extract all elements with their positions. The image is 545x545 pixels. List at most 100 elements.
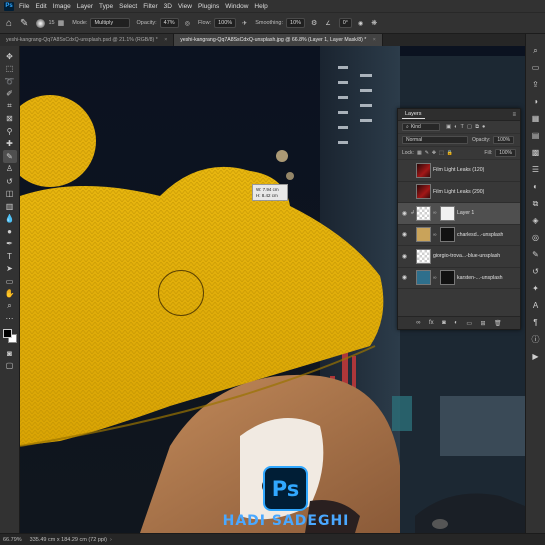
blend-mode-select[interactable]: Normal bbox=[402, 136, 468, 144]
gradients-panel-icon[interactable]: ▤ bbox=[529, 127, 543, 144]
layer-row[interactable]: ◉ ∞ charlesd...-unsplash bbox=[398, 225, 520, 246]
layer-opacity-field[interactable]: 100% bbox=[493, 136, 515, 144]
tab-psd-document[interactable]: yeshi-kangrang-Qq7A8SsCdxQ-unsplash.psd … bbox=[0, 34, 175, 46]
menu-help[interactable]: Help bbox=[254, 3, 267, 10]
gradient-tool-icon[interactable]: ▥ bbox=[3, 200, 17, 213]
search-icon[interactable]: ⌕ bbox=[529, 42, 543, 59]
quick-select-tool-icon[interactable]: ✐ bbox=[3, 88, 17, 101]
clone-stamp-tool-icon[interactable]: ♙ bbox=[3, 163, 17, 176]
menu-edit[interactable]: Edit bbox=[35, 3, 46, 10]
foreground-color-swatch[interactable] bbox=[2, 329, 12, 338]
tab-layers[interactable]: Layers bbox=[402, 110, 425, 119]
add-mask-icon[interactable]: ◙ bbox=[442, 320, 446, 326]
color-panel-icon[interactable]: ◑ bbox=[529, 93, 543, 110]
actions-panel-icon[interactable]: ▶ bbox=[529, 348, 543, 365]
crop-tool-icon[interactable]: ⌗ bbox=[3, 100, 17, 113]
photoshop-logo-icon[interactable]: Ps bbox=[4, 1, 14, 11]
layer-mask-thumbnail[interactable] bbox=[440, 227, 455, 243]
eyedropper-tool-icon[interactable]: ⚲ bbox=[3, 125, 17, 138]
zoom-tool-icon[interactable]: ⌕ bbox=[3, 300, 17, 313]
layer-row[interactable]: ◉ Film Light Leaks (290) bbox=[398, 182, 520, 203]
filter-kind-select[interactable]: ⌕ Kind bbox=[402, 123, 440, 131]
move-tool-icon[interactable]: ✥ bbox=[3, 50, 17, 63]
layer-row[interactable]: ◉ giorgio-trova...-blue-unsplash bbox=[398, 246, 520, 268]
menu-filter[interactable]: Filter bbox=[143, 3, 157, 10]
color-swatches[interactable] bbox=[2, 329, 17, 343]
patterns-panel-icon[interactable]: ▩ bbox=[529, 144, 543, 161]
info-panel-icon[interactable]: ⓘ bbox=[529, 331, 543, 348]
filter-adjustment-icon[interactable]: ◐ bbox=[454, 124, 457, 131]
lock-position-icon[interactable]: ✥ bbox=[432, 150, 436, 156]
visibility-eye-icon[interactable]: ◉ bbox=[400, 231, 409, 238]
more-tools-icon[interactable]: ⋯ bbox=[3, 313, 17, 326]
adjustment-layer-icon[interactable]: ◐ bbox=[454, 320, 458, 326]
layers-panel-icon[interactable]: ◈ bbox=[529, 212, 543, 229]
visibility-eye-icon[interactable]: ◉ bbox=[400, 274, 409, 281]
filter-shape-icon[interactable]: ▢ bbox=[467, 124, 472, 131]
lock-transparency-icon[interactable]: ▦ bbox=[417, 150, 422, 156]
panel-menu-icon[interactable]: ≡ bbox=[512, 112, 516, 118]
menu-image[interactable]: Image bbox=[53, 3, 71, 10]
screen-mode-icon[interactable]: ▢ bbox=[3, 360, 17, 373]
menu-select[interactable]: Select bbox=[119, 3, 137, 10]
link-layers-icon[interactable]: ∞ bbox=[416, 320, 420, 326]
pressure-opacity-icon[interactable]: ◎ bbox=[185, 20, 190, 27]
blur-tool-icon[interactable]: 💧 bbox=[3, 213, 17, 226]
layer-row-selected[interactable]: ◉ ↲ ∞ Layer 1 bbox=[398, 203, 520, 225]
visibility-eye-icon[interactable]: ◉ bbox=[400, 210, 409, 217]
lock-pixels-icon[interactable]: ✎ bbox=[425, 150, 429, 156]
workspace-icon[interactable]: ▭ bbox=[529, 59, 543, 76]
menu-plugins[interactable]: Plugins bbox=[198, 3, 219, 10]
lasso-tool-icon[interactable]: ➰ bbox=[3, 75, 17, 88]
layer-style-icon[interactable]: fx bbox=[429, 320, 434, 326]
new-group-icon[interactable]: ▭ bbox=[466, 320, 472, 327]
layer-mask-thumbnail[interactable] bbox=[440, 205, 455, 221]
lock-artboard-icon[interactable]: ⬚ bbox=[439, 150, 444, 156]
airbrush-icon[interactable]: ✈ bbox=[242, 20, 247, 27]
mask-link-icon[interactable]: ∞ bbox=[433, 275, 438, 281]
paragraph-panel-icon[interactable]: ¶ bbox=[529, 314, 543, 331]
flow-field[interactable]: 100% bbox=[214, 18, 237, 28]
brush-preset-icon[interactable] bbox=[36, 18, 46, 28]
opacity-field[interactable]: 47% bbox=[159, 18, 179, 28]
libraries-panel-icon[interactable]: ⧉ bbox=[529, 195, 543, 212]
layer-row[interactable]: ◉ ∞ karsten-...-unsplash bbox=[398, 268, 520, 289]
mask-link-icon[interactable]: ∞ bbox=[433, 232, 438, 238]
brush-tool-icon[interactable]: ✎ bbox=[20, 18, 28, 29]
paths-panel-icon[interactable]: ✎ bbox=[529, 246, 543, 263]
menu-file[interactable]: File bbox=[19, 3, 29, 10]
visibility-eye-icon[interactable]: ◉ bbox=[400, 167, 409, 174]
trash-icon[interactable]: 🗑 bbox=[494, 320, 502, 327]
symmetry-icon[interactable]: ❋ bbox=[371, 19, 377, 27]
eraser-tool-icon[interactable]: ◫ bbox=[3, 188, 17, 201]
visibility-eye-icon[interactable]: ◉ bbox=[400, 188, 409, 195]
adjustments-panel-icon[interactable]: ◐ bbox=[529, 178, 543, 195]
path-selection-tool-icon[interactable]: ➤ bbox=[3, 263, 17, 276]
new-layer-icon[interactable]: ⊞ bbox=[481, 320, 486, 327]
menu-window[interactable]: Window bbox=[225, 3, 248, 10]
dodge-tool-icon[interactable]: ● bbox=[3, 225, 17, 238]
swatches-panel-icon[interactable]: ▦ bbox=[529, 110, 543, 127]
hand-tool-icon[interactable]: ✋ bbox=[3, 288, 17, 301]
layer-row[interactable]: ◉ Film Light Leaks (120) bbox=[398, 160, 520, 182]
history-brush-tool-icon[interactable]: ↺ bbox=[3, 175, 17, 188]
quick-mask-icon[interactable]: ◙ bbox=[3, 347, 17, 360]
type-tool-icon[interactable]: T bbox=[3, 250, 17, 263]
close-icon[interactable]: × bbox=[164, 37, 167, 43]
marquee-tool-icon[interactable]: ⬚ bbox=[3, 63, 17, 76]
brushes-panel-icon[interactable]: ✦ bbox=[529, 280, 543, 297]
share-icon[interactable]: ⇪ bbox=[529, 76, 543, 93]
brush-tool-icon[interactable]: ✎ bbox=[2, 150, 17, 163]
chevron-right-icon[interactable]: › bbox=[110, 537, 112, 543]
filter-toggle-icon[interactable]: ● bbox=[482, 124, 485, 131]
menu-view[interactable]: View bbox=[178, 3, 192, 10]
home-icon[interactable]: ⌂ bbox=[6, 18, 12, 29]
filter-smart-object-icon[interactable]: ⧉ bbox=[475, 124, 479, 131]
history-panel-icon[interactable]: ↺ bbox=[529, 263, 543, 280]
close-icon[interactable]: × bbox=[373, 37, 376, 43]
layer-fill-field[interactable]: 100% bbox=[495, 149, 516, 157]
angle-field[interactable]: 0° bbox=[338, 18, 352, 28]
brush-settings-icon[interactable]: ▦ bbox=[58, 19, 65, 27]
smoothing-settings-icon[interactable]: ⚙ bbox=[311, 19, 317, 27]
pen-tool-icon[interactable]: ✒ bbox=[3, 238, 17, 251]
